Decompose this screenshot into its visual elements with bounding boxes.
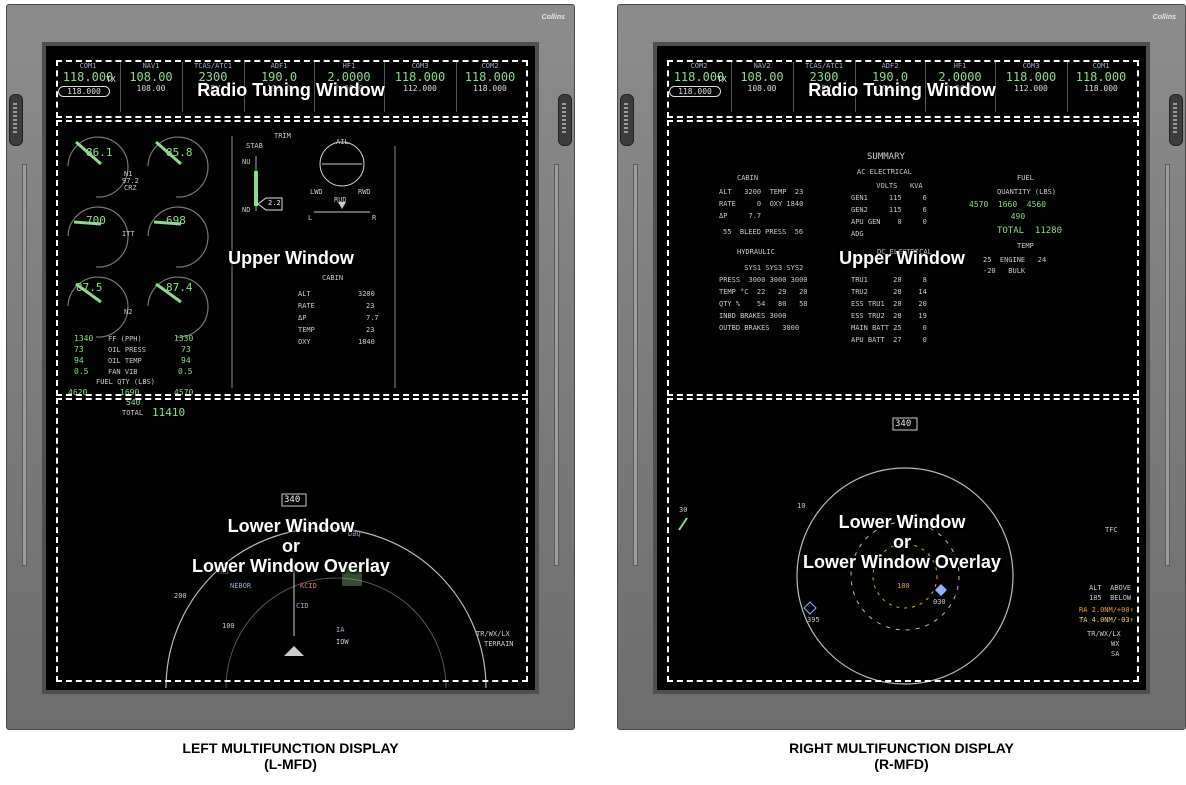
caption-title: RIGHT MULTIFUNCTION DISPLAY <box>789 740 1014 756</box>
left-mfd: Collins COM1 118.000 118.000 NAV1 108.00… <box>6 4 575 730</box>
upper-window-label: Upper Window <box>228 248 354 268</box>
caption-title: LEFT MULTIFUNCTION DISPLAY <box>182 740 399 756</box>
right-bezel-rail <box>1165 164 1170 566</box>
right-bezel-knob[interactable] <box>558 94 572 146</box>
display-screen: COM2 118.000 118.000 NAV2 108.00 108.00 … <box>653 42 1150 694</box>
right-bezel-knob[interactable] <box>1169 94 1183 146</box>
lower-window-label: Lower Window or Lower Window Overlay <box>192 516 390 576</box>
left-bezel-knob[interactable] <box>620 94 634 146</box>
radio-window-label: Radio Tuning Window <box>808 80 996 100</box>
left-bezel-rail <box>633 164 638 566</box>
brand-logo: Collins <box>1152 14 1176 21</box>
lower-window-label: Lower Window or Lower Window Overlay <box>803 512 1001 572</box>
radio-window-label: Radio Tuning Window <box>197 80 385 100</box>
display-screen: COM1 118.000 118.000 NAV1 108.00 108.00 … <box>42 42 539 694</box>
right-bezel-rail <box>554 164 559 566</box>
brand-logo: Collins <box>541 14 565 21</box>
left-bezel-rail <box>22 164 27 566</box>
right-mfd: Collins COM2 118.000 118.000 NAV2 108.00… <box>617 4 1186 730</box>
caption-abbrev: (L-MFD) <box>264 756 317 772</box>
caption-abbrev: (R-MFD) <box>874 756 929 772</box>
left-mfd-caption: LEFT MULTIFUNCTION DISPLAY (L-MFD) <box>6 740 575 772</box>
upper-window-label: Upper Window <box>839 248 965 268</box>
right-mfd-caption: RIGHT MULTIFUNCTION DISPLAY (R-MFD) <box>617 740 1186 772</box>
left-bezel-knob[interactable] <box>9 94 23 146</box>
